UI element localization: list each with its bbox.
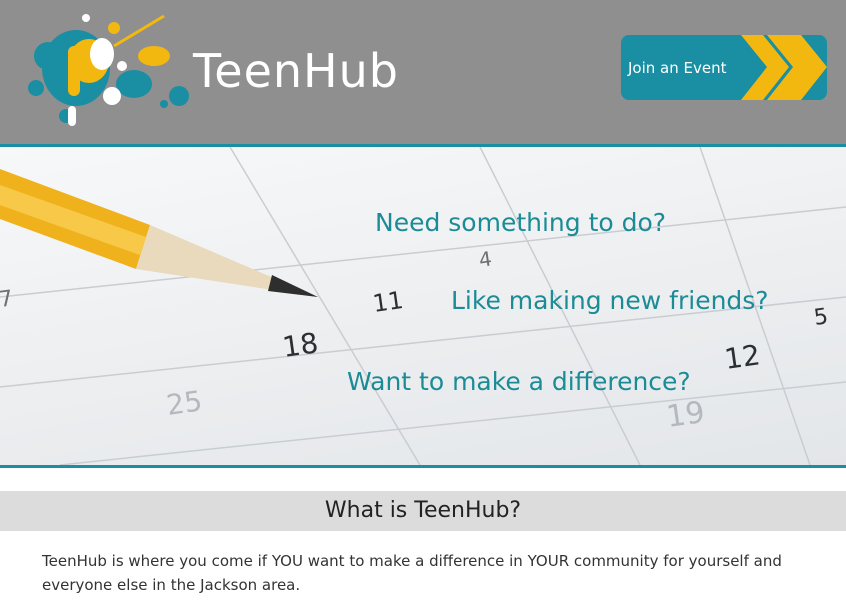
calendar-number: 5 [812, 304, 829, 331]
join-event-label: Join an Event [628, 59, 727, 77]
tagline-new-friends: Like making new friends? [451, 286, 769, 315]
hero-bottom-divider [0, 465, 846, 468]
about-description: TeenHub is where you come if YOU want to… [42, 552, 782, 594]
tagline-need-something: Need something to do? [375, 208, 667, 237]
site-header: TeenHub Join an Event [0, 0, 846, 144]
calendar-number: 12 [722, 338, 762, 376]
calendar-number: 4 [477, 246, 493, 272]
calendar-number: 19 [664, 395, 707, 435]
calendar-number: 7 [0, 286, 15, 313]
double-chevron-right-icon [741, 35, 827, 100]
brand-name[interactable]: TeenHub [193, 44, 399, 98]
calendar-number: 11 [371, 286, 405, 318]
calendar-number: 18 [280, 326, 320, 364]
hero-banner: 4 11 18 12 25 19 7 5 Need something to d… [0, 147, 846, 465]
about-title: What is TeenHub? [324, 498, 522, 523]
tagline-make-difference: Want to make a difference? [347, 367, 691, 396]
join-event-button[interactable]: Join an Event [621, 35, 827, 100]
paint-splatter-logo[interactable] [14, 6, 194, 136]
calendar-number: 25 [164, 384, 204, 422]
pencil-icon [0, 169, 318, 297]
about-section-header: What is TeenHub? [0, 491, 846, 531]
